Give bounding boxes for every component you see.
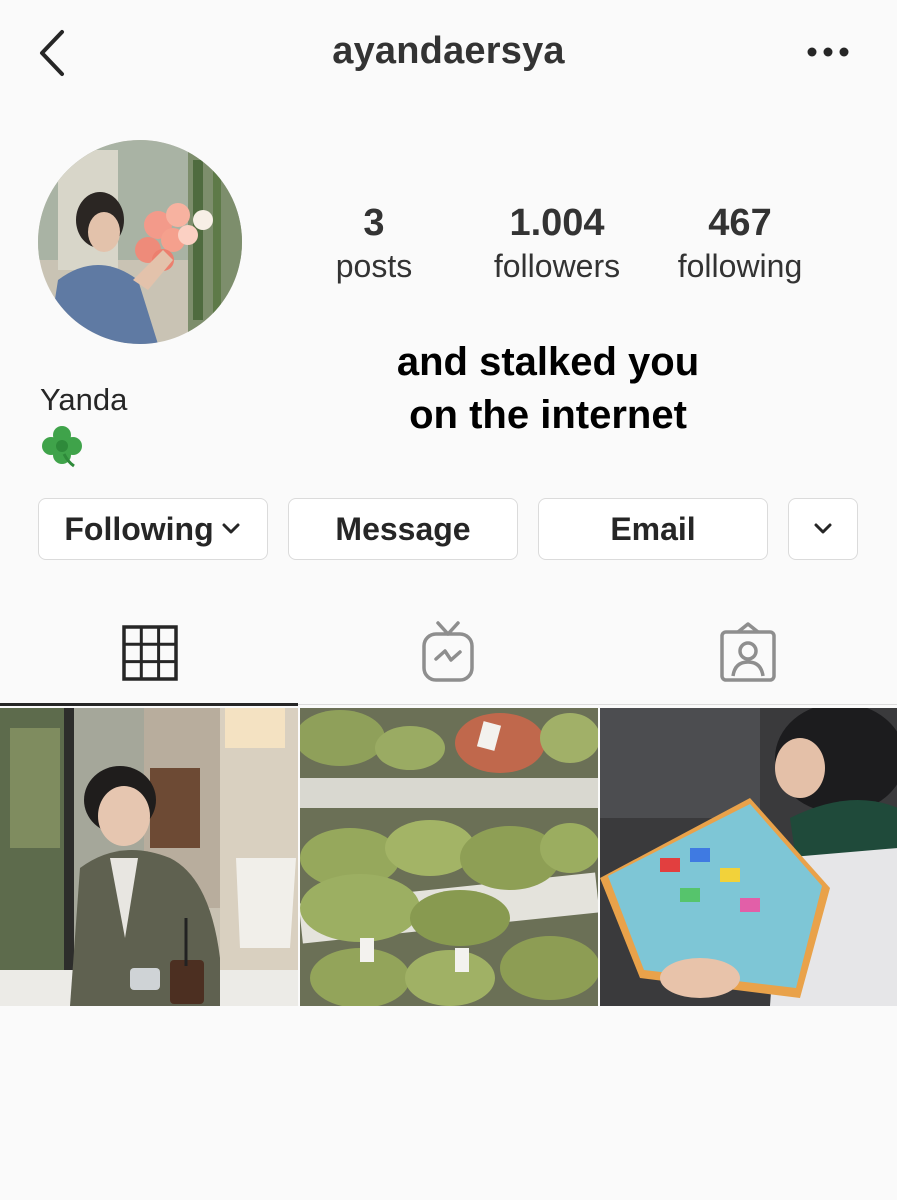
tab-posts-grid[interactable] (120, 620, 180, 684)
stat-posts-count: 3 (363, 202, 385, 244)
post-thumbnail-2[interactable] (300, 708, 598, 1006)
stat-following-count: 467 (708, 202, 772, 244)
stat-followers-label: followers (493, 248, 621, 284)
stat-following[interactable]: 467 following (660, 200, 820, 286)
profile-photo (38, 140, 242, 344)
clover-icon (40, 424, 84, 468)
chevron-down-icon (222, 523, 240, 534)
email-button[interactable]: Email (538, 498, 768, 560)
caption-line-1: and stalked you (396, 340, 700, 384)
profile-name: Yanda (40, 382, 128, 417)
stat-followers[interactable]: 1.004 followers (477, 200, 637, 286)
igtv-icon (422, 621, 474, 682)
following-button-label: Following (64, 510, 214, 547)
chevron-down-icon (814, 523, 832, 534)
message-button[interactable]: Message (288, 498, 518, 560)
more-horizontal-icon (807, 47, 849, 57)
stat-posts-label: posts (335, 248, 413, 284)
following-button[interactable]: Following (38, 498, 268, 560)
active-tab-indicator (0, 703, 298, 706)
stat-posts[interactable]: 3 posts (294, 200, 454, 286)
more-options-button[interactable] (805, 42, 851, 62)
avatar[interactable] (38, 140, 242, 344)
meme-caption: and stalked you on the internet (300, 336, 796, 442)
post-thumbnail-1[interactable] (0, 708, 298, 1006)
suggested-accounts-button[interactable] (788, 498, 858, 560)
email-button-label: Email (610, 510, 696, 547)
post-thumbnail-3[interactable] (600, 708, 897, 1006)
stat-followers-count: 1.004 (509, 202, 605, 244)
caption-line-2: on the internet (409, 393, 687, 437)
message-button-label: Message (335, 510, 471, 547)
child-reading-photo (600, 708, 897, 1006)
tab-tagged[interactable] (718, 620, 778, 684)
tab-igtv[interactable] (418, 620, 478, 684)
tab-divider (298, 704, 897, 705)
plush-dinosaurs-photo (300, 708, 598, 1006)
cafe-photo (0, 708, 298, 1006)
stat-following-label: following (677, 248, 803, 284)
profile-username: ayandaersya (332, 30, 565, 72)
grid-icon (122, 625, 178, 681)
tagged-icon (720, 622, 776, 682)
